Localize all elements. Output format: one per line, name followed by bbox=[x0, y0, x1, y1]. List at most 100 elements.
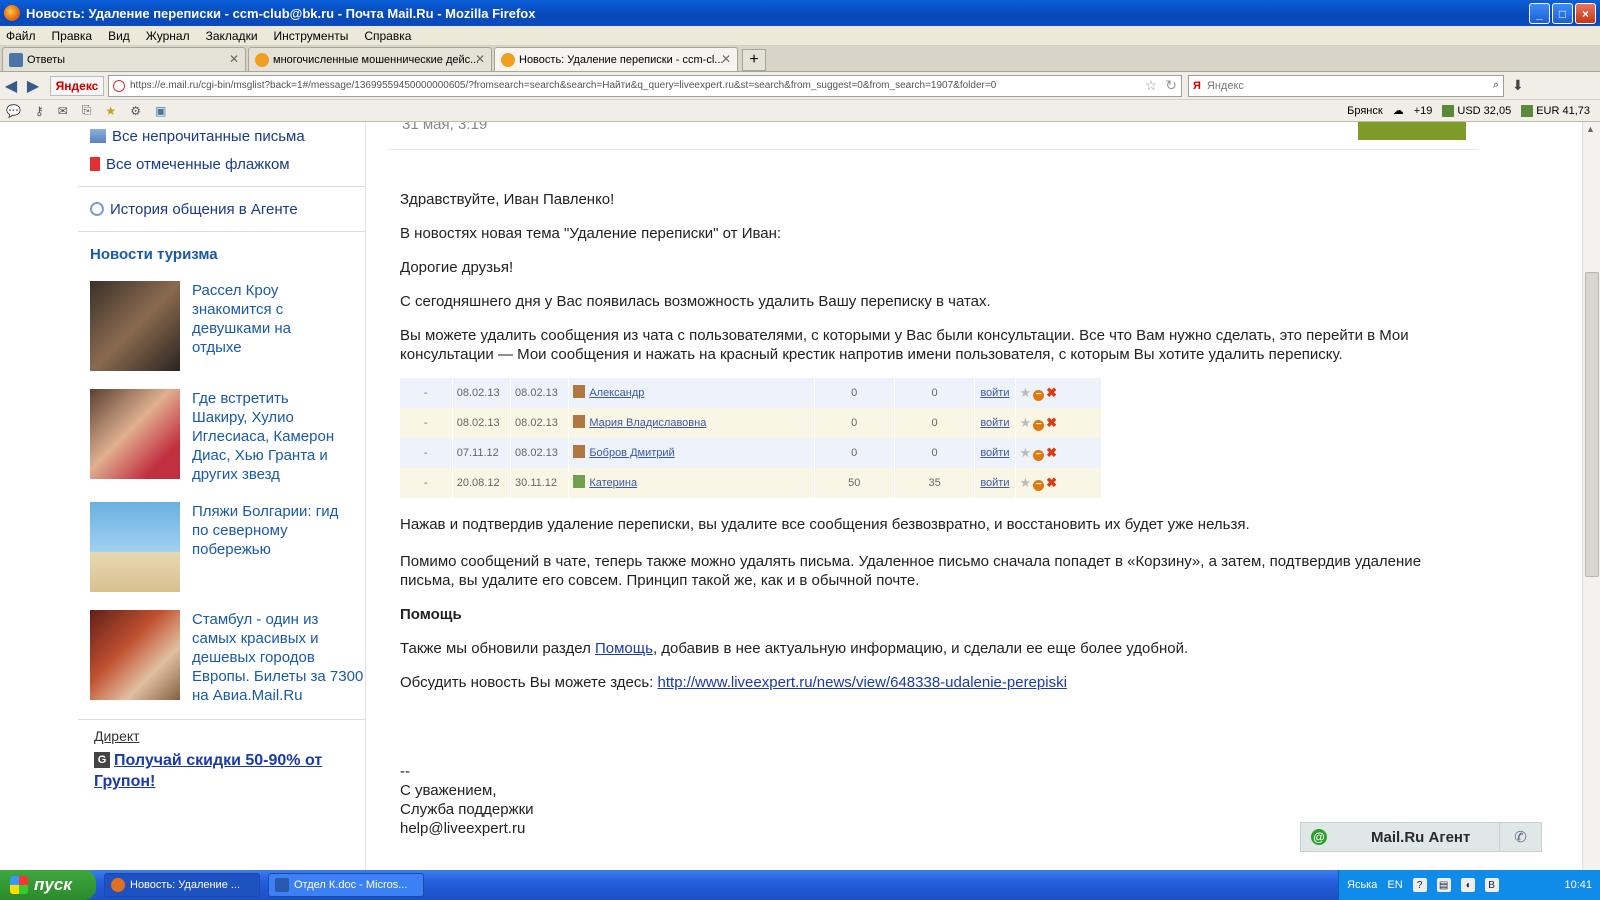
scrollbar-thumb[interactable] bbox=[1585, 272, 1599, 577]
close-button[interactable]: × bbox=[1575, 3, 1596, 24]
enter-link[interactable]: войти bbox=[980, 417, 1009, 429]
star-icon[interactable]: ★ bbox=[1020, 415, 1032, 430]
block-icon[interactable]: − bbox=[1033, 449, 1045, 461]
menu-view[interactable]: Вид bbox=[108, 29, 130, 43]
user-name-link[interactable]: Бобров Дмитрий bbox=[589, 447, 674, 459]
mail-icon[interactable]: ✉ bbox=[58, 104, 68, 118]
delete-icon[interactable]: ✖ bbox=[1046, 415, 1057, 430]
agent-title[interactable]: Mail.Ru Агент bbox=[1371, 829, 1470, 846]
reload-icon[interactable]: ↻ bbox=[1165, 77, 1177, 94]
tab-fraud[interactable]: многочисленные мошеннические дейс... ✕ bbox=[248, 47, 492, 71]
chat-icon[interactable]: 💬 bbox=[6, 104, 21, 118]
mail-agent-bar[interactable]: @ Mail.Ru Агент ✆ bbox=[1300, 822, 1542, 852]
yandex-tray-label[interactable]: Яська bbox=[1347, 879, 1377, 891]
yandex-search-icon[interactable]: Я bbox=[1193, 80, 1201, 92]
maximize-button[interactable]: □ bbox=[1552, 3, 1573, 24]
vk-tray-icon[interactable]: B bbox=[1484, 878, 1499, 892]
search-icon[interactable]: ⌕ bbox=[1493, 79, 1499, 92]
menu-tools[interactable]: Инструменты bbox=[274, 29, 349, 43]
favorites-star-icon[interactable]: ★ bbox=[105, 104, 116, 118]
share-icon[interactable]: ⎘ bbox=[82, 103, 92, 118]
help-icon[interactable]: ? bbox=[1412, 878, 1427, 892]
sidebar-link-label[interactable]: Все непрочитанные письма bbox=[112, 128, 305, 145]
news-title[interactable]: Пляжи Болгарии: гид по северному побереж… bbox=[192, 502, 344, 592]
block-icon[interactable]: − bbox=[1033, 479, 1045, 491]
phone-icon[interactable]: ✆ bbox=[1499, 823, 1541, 851]
vertical-scrollbar[interactable]: ▲ bbox=[1582, 122, 1600, 870]
delete-icon[interactable]: ✖ bbox=[1046, 475, 1057, 490]
gear-icon[interactable]: ⚙ bbox=[130, 104, 141, 118]
tab-close-icon[interactable]: ✕ bbox=[475, 52, 485, 66]
block-icon[interactable]: − bbox=[1033, 419, 1045, 431]
direct-label[interactable]: Директ bbox=[78, 728, 365, 744]
language-indicator[interactable]: EN bbox=[1387, 879, 1402, 891]
sidebar-link-label[interactable]: История общения в Агенте bbox=[110, 201, 298, 218]
taskbar-item-word[interactable]: Отдел К.doc - Micros... bbox=[268, 873, 424, 897]
search-input[interactable]: Я Яндекс ⌕ bbox=[1188, 74, 1504, 97]
star-icon[interactable]: ★ bbox=[1020, 385, 1032, 400]
tab-close-icon[interactable]: ✕ bbox=[229, 52, 239, 66]
direct-ad-link[interactable]: G Получай скидки 50-90% от Групон! bbox=[78, 750, 365, 792]
url-text[interactable]: https://e.mail.ru/cgi-bin/msglist?back=1… bbox=[130, 80, 1141, 91]
menu-history[interactable]: Журнал bbox=[146, 29, 190, 43]
menu-bookmarks[interactable]: Закладки bbox=[206, 29, 258, 43]
block-icon[interactable]: − bbox=[1033, 389, 1045, 401]
vk-icon[interactable]: ▣ bbox=[155, 104, 166, 118]
taskbar-item-firefox[interactable]: Новость: Удаление ... bbox=[104, 873, 260, 897]
key-icon[interactable]: ⚷ bbox=[35, 104, 44, 118]
new-tab-button[interactable]: + bbox=[742, 49, 766, 71]
mail-icon bbox=[255, 52, 269, 67]
download-icon[interactable]: ⬇ bbox=[1512, 77, 1524, 94]
volume-icon[interactable]: ◖ bbox=[1460, 878, 1475, 892]
menu-file[interactable]: Файл bbox=[6, 29, 36, 43]
usd-rate[interactable]: USD 32,05 bbox=[1442, 104, 1511, 117]
news-item[interactable]: Рассел Кроу знакомится с девушками на от… bbox=[78, 281, 365, 371]
enter-link[interactable]: войти bbox=[980, 387, 1009, 399]
city-label[interactable]: Брянск bbox=[1347, 105, 1383, 117]
news-thumbnail[interactable] bbox=[90, 389, 180, 479]
forward-button[interactable]: ▶ bbox=[22, 75, 44, 97]
tab-answers[interactable]: Ответы ✕ bbox=[2, 47, 246, 71]
news-thumbnail[interactable] bbox=[90, 610, 180, 700]
enter-link[interactable]: войти bbox=[980, 477, 1009, 489]
url-bar[interactable]: https://e.mail.ru/cgi-bin/msglist?back=1… bbox=[108, 74, 1182, 97]
news-title[interactable]: Рассел Кроу знакомится с девушками на от… bbox=[192, 281, 344, 371]
back-button[interactable]: ◀ bbox=[0, 75, 22, 97]
sidebar-link-unread[interactable]: Все непрочитанные письма bbox=[78, 122, 365, 150]
weather-value[interactable]: +19 bbox=[1414, 105, 1433, 117]
menu-help[interactable]: Справка bbox=[364, 29, 411, 43]
user-name-link[interactable]: Мария Владиславовна bbox=[589, 417, 706, 429]
table-cell: 0 bbox=[894, 408, 976, 438]
user-name-link[interactable]: Александр bbox=[589, 387, 644, 399]
start-button[interactable]: пуск bbox=[0, 870, 96, 900]
tab-news[interactable]: Новость: Удаление переписки - ccm-cl... … bbox=[494, 47, 738, 71]
eur-rate[interactable]: EUR 41,73 bbox=[1521, 104, 1590, 117]
delete-icon[interactable]: ✖ bbox=[1046, 445, 1057, 460]
news-item[interactable]: Где встретить Шакиру, Хулио Иглесиаса, К… bbox=[78, 389, 365, 484]
bookmark-star-icon[interactable]: ☆ bbox=[1145, 77, 1158, 94]
enter-link[interactable]: войти bbox=[980, 447, 1009, 459]
news-title[interactable]: Где встретить Шакиру, Хулио Иглесиаса, К… bbox=[192, 389, 344, 484]
help-link[interactable]: Помощь bbox=[595, 640, 653, 657]
sidebar-link-label[interactable]: Все отмеченные флажком bbox=[106, 156, 290, 173]
user-name-link[interactable]: Катерина bbox=[589, 477, 637, 489]
site-identity-icon[interactable] bbox=[113, 79, 125, 92]
news-thumbnail[interactable] bbox=[90, 281, 180, 371]
sidebar-link-flagged[interactable]: Все отмеченные флажком bbox=[78, 150, 365, 178]
star-icon[interactable]: ★ bbox=[1020, 475, 1032, 490]
star-icon[interactable]: ★ bbox=[1020, 445, 1032, 460]
delete-icon[interactable]: ✖ bbox=[1046, 385, 1057, 400]
news-item[interactable]: Стамбул - один из самых красивых и дешев… bbox=[78, 610, 365, 705]
discuss-link[interactable]: http://www.liveexpert.ru/news/view/64833… bbox=[658, 674, 1067, 691]
news-thumbnail[interactable] bbox=[90, 502, 180, 592]
news-item[interactable]: Пляжи Болгарии: гид по северному побереж… bbox=[78, 502, 365, 592]
sidebar-link-agent-history[interactable]: История общения в Агенте bbox=[78, 195, 365, 223]
yandex-logo[interactable]: Яндекс bbox=[50, 75, 104, 96]
minimize-button[interactable]: _ bbox=[1529, 3, 1550, 24]
flag-icon bbox=[90, 157, 100, 171]
scroll-up-icon[interactable]: ▲ bbox=[1586, 124, 1595, 134]
tab-close-icon[interactable]: ✕ bbox=[721, 52, 731, 66]
network-icon[interactable]: ▤ bbox=[1436, 878, 1451, 892]
news-heading[interactable]: Новости туризма bbox=[78, 246, 365, 263]
menu-edit[interactable]: Правка bbox=[52, 29, 93, 43]
